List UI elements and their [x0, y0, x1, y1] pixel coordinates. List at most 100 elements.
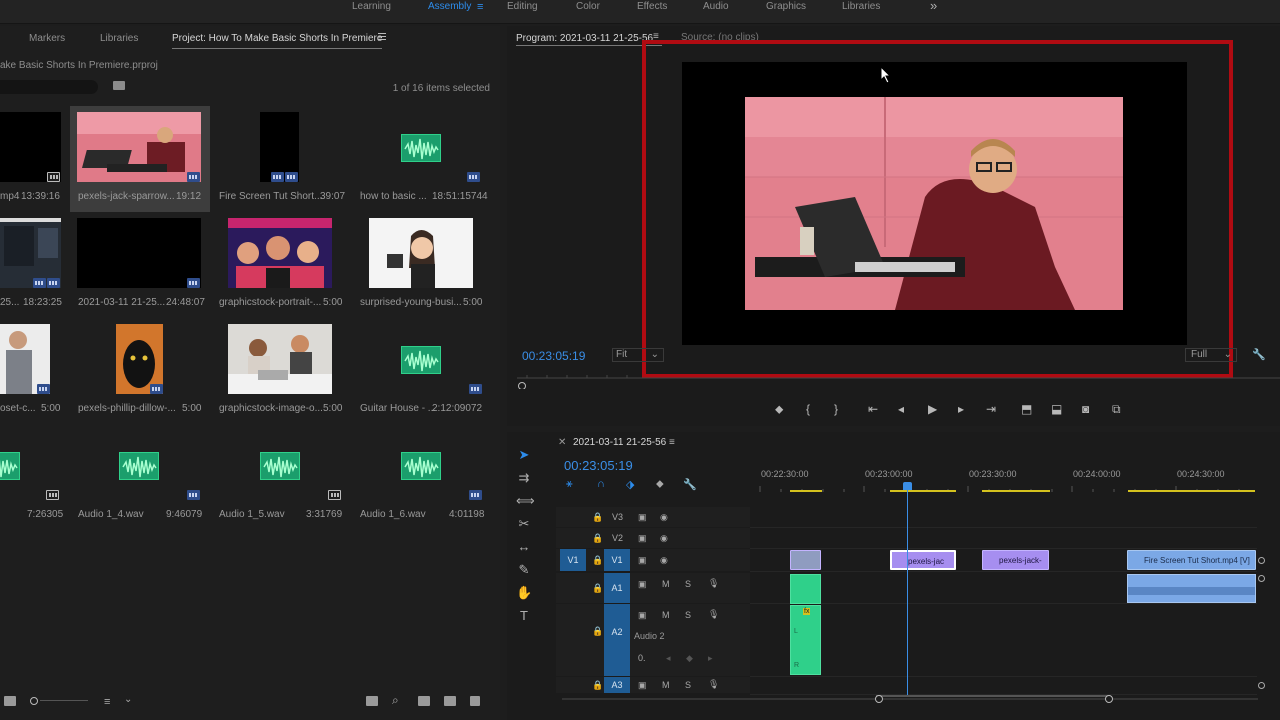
- track-target-v1[interactable]: V1: [604, 549, 630, 571]
- add-keyframe-icon[interactable]: ◆: [686, 653, 693, 664]
- prev-keyframe-icon[interactable]: ◂: [666, 653, 671, 664]
- horizontal-scrollbar[interactable]: [562, 695, 1258, 703]
- chevron-down-icon[interactable]: ⌄: [124, 694, 132, 705]
- program-scrub-bar[interactable]: [517, 375, 1280, 390]
- microphone-icon[interactable]: 🎙: [708, 578, 719, 589]
- panel-menu-icon[interactable]: [378, 33, 386, 41]
- sync-lock-icon[interactable]: ▣: [638, 533, 647, 544]
- type-tool-icon[interactable]: T: [516, 608, 532, 624]
- workspace-tab-graphics[interactable]: Graphics: [766, 0, 806, 14]
- playhead[interactable]: [907, 483, 908, 695]
- automate-sequence-icon[interactable]: [366, 696, 378, 706]
- scroll-handle[interactable]: [1258, 682, 1265, 689]
- solo-button[interactable]: S: [685, 610, 691, 620]
- lift-icon[interactable]: ⬒: [1021, 401, 1032, 417]
- scroll-handle[interactable]: [1258, 557, 1265, 564]
- track-select-tool-icon[interactable]: ⇉: [516, 470, 532, 486]
- media-item[interactable]: graphicstock-portrait-... 5:00: [210, 212, 350, 318]
- video-clip[interactable]: pexels-jack-: [982, 550, 1049, 570]
- add-marker-icon[interactable]: ⬥: [656, 478, 664, 491]
- new-bin-icon[interactable]: [113, 81, 125, 90]
- lock-icon[interactable]: 🔒: [592, 626, 603, 637]
- media-item[interactable]: Fire Screen Tut Short... 39:07: [210, 106, 350, 212]
- more-workspaces-icon[interactable]: »: [930, 0, 937, 13]
- tab-program[interactable]: Program: 2021-03-11 21-25-56: [516, 33, 653, 44]
- sort-icon[interactable]: ≡: [104, 696, 110, 708]
- zoom-slider-track[interactable]: [40, 700, 88, 701]
- audio-clip[interactable]: [790, 574, 821, 604]
- track-target-a2[interactable]: A2: [604, 604, 630, 676]
- zoom-slider-handle[interactable]: [30, 697, 38, 705]
- workspace-tab-assembly[interactable]: Assembly: [428, 0, 471, 14]
- track-row-v2[interactable]: [750, 528, 1257, 549]
- mute-button[interactable]: M: [662, 610, 670, 620]
- ripple-edit-tool-icon[interactable]: ⟺: [516, 493, 535, 509]
- lock-icon[interactable]: 🔒: [592, 555, 603, 566]
- new-bin-button-icon[interactable]: [418, 696, 430, 706]
- workspace-tab-libraries[interactable]: Libraries: [842, 0, 880, 14]
- nest-icon[interactable]: ⚹: [566, 478, 573, 491]
- track-target-a3[interactable]: A3: [604, 677, 630, 693]
- vertical-scrollbar[interactable]: [1257, 507, 1267, 697]
- wrench-icon[interactable]: 🔧: [683, 478, 697, 491]
- workspace-tab-editing[interactable]: Editing: [507, 0, 538, 14]
- lock-icon[interactable]: 🔒: [592, 583, 603, 594]
- track-row-v3[interactable]: [750, 507, 1257, 528]
- media-item[interactable]: Audio 1_4.wav 9:46079: [70, 424, 210, 530]
- track-target-a1[interactable]: A1: [604, 573, 630, 603]
- audio-clip[interactable]: [1127, 574, 1256, 603]
- wrench-icon[interactable]: 🔧: [1252, 348, 1266, 361]
- media-item[interactable]: 25... 18:23:25: [0, 212, 70, 318]
- workspace-tab-effects[interactable]: Effects: [637, 0, 667, 14]
- video-clip-selected[interactable]: pexels-jac: [890, 550, 956, 570]
- mark-in-icon[interactable]: {: [806, 401, 810, 417]
- media-item[interactable]: Audio 1_5.wav 3:31769: [210, 424, 350, 530]
- audio-clip[interactable]: fx L R: [790, 605, 821, 675]
- hand-tool-icon[interactable]: ✋: [516, 585, 532, 601]
- linked-selection-icon[interactable]: ⬗: [626, 478, 634, 491]
- track-row-a3[interactable]: [750, 677, 1257, 695]
- close-icon[interactable]: ✕: [558, 437, 566, 448]
- solo-button[interactable]: S: [685, 579, 691, 589]
- step-forward-icon[interactable]: ▸: [958, 401, 964, 417]
- media-item[interactable]: 7:26305: [0, 424, 70, 530]
- scroll-handle[interactable]: [1258, 575, 1265, 582]
- export-frame-icon[interactable]: ◙: [1082, 401, 1089, 417]
- tab-sequence[interactable]: 2021-03-11 21-25-56: [573, 437, 666, 448]
- track-row-a2[interactable]: [750, 604, 1257, 677]
- workspace-tab-learning[interactable]: Learning: [352, 0, 391, 14]
- timeline-ruler[interactable]: [750, 482, 1260, 494]
- tab-markers[interactable]: Markers: [29, 33, 65, 44]
- trash-icon[interactable]: [470, 696, 480, 706]
- menu-icon[interactable]: ≡: [477, 0, 483, 14]
- media-item[interactable]: oset-c... 5:00: [0, 318, 70, 424]
- sync-lock-icon[interactable]: ▣: [638, 555, 647, 566]
- extract-icon[interactable]: ⬓: [1051, 401, 1062, 417]
- find-icon[interactable]: ⌕: [392, 693, 399, 708]
- scroll-handle-left[interactable]: [875, 695, 883, 703]
- lock-icon[interactable]: 🔒: [592, 533, 603, 544]
- eye-icon[interactable]: ◉: [660, 533, 668, 544]
- lock-icon[interactable]: 🔒: [592, 512, 603, 523]
- solo-button[interactable]: S: [685, 680, 691, 690]
- mute-button[interactable]: M: [662, 680, 670, 690]
- comparison-view-icon[interactable]: ⧉: [1112, 401, 1121, 417]
- panel-menu-icon[interactable]: ≡: [669, 437, 675, 448]
- go-to-in-icon[interactable]: ⇤: [868, 401, 878, 417]
- resolution-select[interactable]: Full ⌄: [1185, 348, 1237, 362]
- snap-icon[interactable]: ∩: [597, 478, 605, 490]
- add-marker-icon[interactable]: ⬥: [775, 401, 783, 417]
- media-item[interactable]: how to basic ... 18:51:15744: [350, 106, 490, 212]
- scroll-handle-right[interactable]: [1105, 695, 1113, 703]
- pen-tool-icon[interactable]: ✎: [516, 562, 532, 578]
- eye-icon[interactable]: ◉: [660, 512, 668, 523]
- list-view-icon[interactable]: [4, 696, 16, 706]
- play-icon[interactable]: ▶: [928, 401, 937, 417]
- zoom-select[interactable]: Fit ⌄: [612, 348, 664, 362]
- sync-lock-icon[interactable]: ▣: [638, 512, 647, 523]
- sync-lock-icon[interactable]: ▣: [638, 610, 647, 621]
- slip-tool-icon[interactable]: ↔: [516, 539, 532, 555]
- media-item[interactable]: 2021-03-11 21-25... 24:48:07: [70, 212, 210, 318]
- lock-icon[interactable]: 🔒: [592, 680, 603, 691]
- workspace-tab-audio[interactable]: Audio: [703, 0, 729, 14]
